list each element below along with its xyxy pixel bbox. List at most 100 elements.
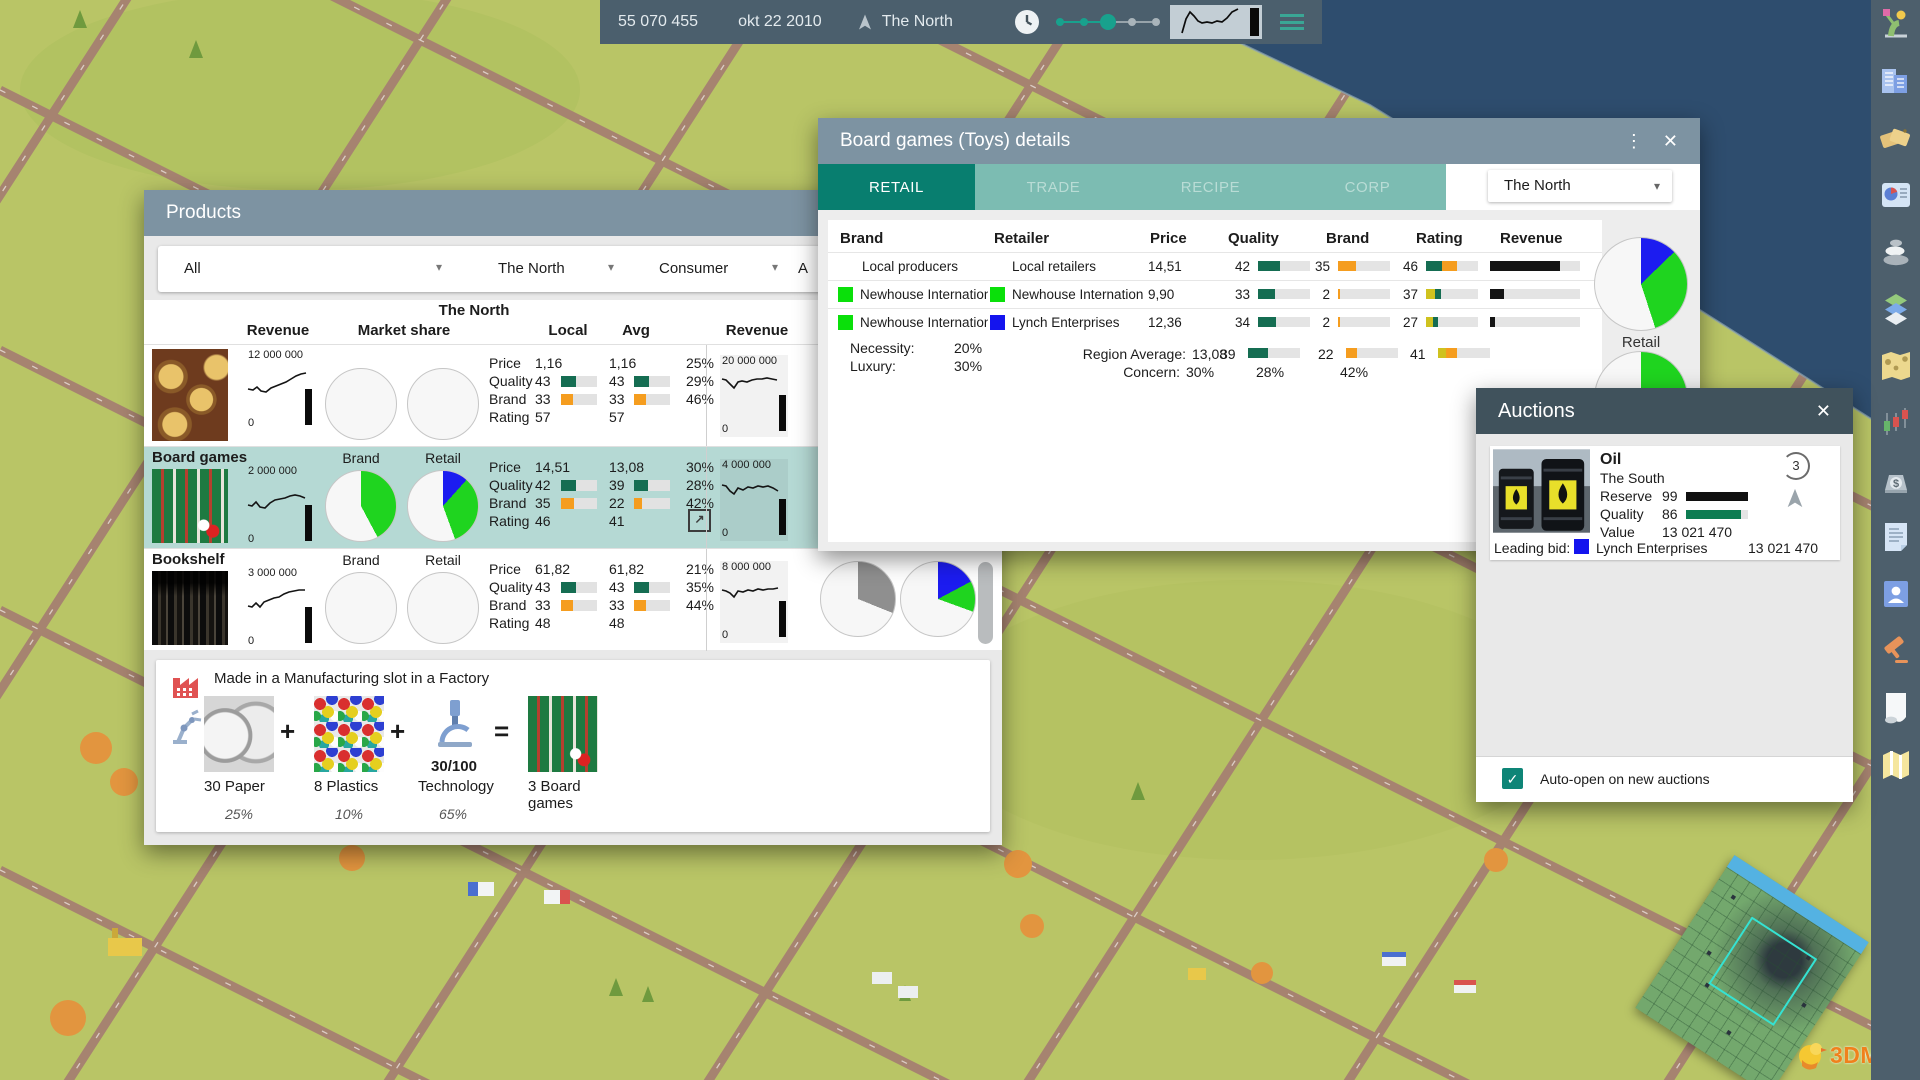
col-revenue: Revenue bbox=[246, 322, 310, 339]
contacts-icon[interactable] bbox=[1878, 576, 1914, 612]
auto-open-label: Auto-open on new auctions bbox=[1540, 771, 1710, 787]
map-icon[interactable] bbox=[1878, 747, 1914, 783]
product-image bbox=[152, 469, 228, 543]
technology-microscope-icon bbox=[438, 700, 472, 747]
col-quality: Quality bbox=[1228, 230, 1279, 247]
money-display: 55 070 455 bbox=[618, 13, 699, 30]
game-speed-slider[interactable] bbox=[1056, 10, 1160, 34]
tab-corp[interactable]: CORP bbox=[1289, 164, 1446, 210]
value-amount: 13 021 470 bbox=[1662, 524, 1733, 540]
col-local: Local bbox=[548, 322, 588, 339]
kebab-menu-icon[interactable]: ⋮ bbox=[1625, 131, 1643, 152]
politics-icon[interactable] bbox=[1878, 6, 1914, 42]
retail-share-pie bbox=[407, 368, 479, 440]
filter-extra[interactable]: A bbox=[798, 260, 808, 277]
auction-item-card[interactable]: Oil The South Reserve 99 Quality 86 Valu… bbox=[1490, 446, 1840, 560]
auto-open-checkbox[interactable]: ✓ bbox=[1502, 768, 1523, 789]
technology-progress: 30/100 bbox=[431, 758, 477, 775]
reports-icon[interactable] bbox=[1878, 177, 1914, 213]
chevron-down-icon[interactable]: ▾ bbox=[772, 260, 778, 274]
goto-location-icon[interactable] bbox=[1784, 486, 1806, 510]
tab-trade[interactable]: TRADE bbox=[975, 164, 1132, 210]
filter-region[interactable]: The North bbox=[498, 260, 565, 277]
close-icon[interactable]: ✕ bbox=[1663, 131, 1678, 152]
time-clock-icon[interactable] bbox=[1014, 9, 1040, 35]
auction-item-name: Oil bbox=[1600, 451, 1622, 468]
finances-icon[interactable]: $ bbox=[1878, 462, 1914, 498]
input-cost-share: 10% bbox=[334, 806, 364, 822]
stock-market-icon[interactable] bbox=[1878, 405, 1914, 441]
retail-pie-label: Retail bbox=[425, 552, 461, 568]
chevron-down-icon: ▾ bbox=[1653, 179, 1660, 193]
menu-icon[interactable] bbox=[1280, 14, 1304, 30]
leading-bid-amount: 13 021 470 bbox=[1748, 540, 1819, 556]
oil-barrels-image bbox=[1493, 449, 1590, 533]
retailer-color-swatch bbox=[990, 287, 1005, 302]
brand-share-pie-region2 bbox=[820, 561, 896, 637]
col-retailer: Retailer bbox=[994, 230, 1050, 247]
col-avg: Avg bbox=[622, 322, 650, 339]
col-market-share: Market share bbox=[357, 322, 451, 339]
close-icon[interactable]: ✕ bbox=[1816, 401, 1831, 422]
mascot-icon bbox=[1799, 1043, 1827, 1070]
products-scrollbar[interactable] bbox=[978, 562, 993, 644]
col-brand2: Brand bbox=[1326, 230, 1370, 247]
region-average-label: Region Average: bbox=[1082, 346, 1186, 362]
chevron-down-icon[interactable]: ▾ bbox=[608, 260, 614, 274]
auctions-icon[interactable] bbox=[1878, 633, 1914, 669]
brand-pie-label: Brand bbox=[342, 552, 380, 568]
hud-chart-line bbox=[1181, 8, 1239, 34]
tab-recipe[interactable]: RECIPE bbox=[1132, 164, 1289, 210]
sidebar-toolbar: $ bbox=[1871, 0, 1920, 1080]
details-window-header[interactable]: Board games (Toys) details ⋮ ✕ bbox=[818, 118, 1700, 164]
auction-region: The South bbox=[1600, 470, 1665, 486]
filter-category-all[interactable]: All bbox=[184, 260, 201, 277]
contracts-icon[interactable] bbox=[1878, 519, 1914, 555]
product-row-bookshelf[interactable]: Bookshelf 3 000 000 0 Brand Retail Price… bbox=[144, 548, 1002, 651]
retail-share-pie bbox=[407, 572, 479, 644]
filter-type[interactable]: Consumer bbox=[659, 260, 728, 277]
open-details-icon[interactable]: ↗ bbox=[688, 509, 711, 532]
concern-price: 30% bbox=[1186, 364, 1215, 380]
region-dropdown-value: The North bbox=[1504, 177, 1571, 194]
revenue-sparkline: 12 000 000 0 bbox=[246, 349, 314, 431]
headquarters-icon[interactable] bbox=[1878, 63, 1914, 99]
board-games-image bbox=[528, 696, 598, 772]
concern-quality: 28% bbox=[1256, 364, 1285, 380]
product-name: Bookshelf bbox=[152, 551, 225, 568]
leading-bidder: Lynch Enterprises bbox=[1596, 540, 1708, 556]
col-price: Price bbox=[1150, 230, 1187, 247]
brand-share-pie bbox=[325, 572, 397, 644]
details-window-title: Board games (Toys) details bbox=[840, 130, 1071, 151]
news-icon[interactable] bbox=[1878, 690, 1914, 726]
world-map-icon[interactable] bbox=[1878, 348, 1914, 384]
revenue-sparkline-region2: 4 000 000 0 bbox=[720, 459, 788, 541]
retailer-color-swatch bbox=[990, 315, 1005, 330]
minimap-buildings bbox=[1730, 894, 1737, 901]
auction-timer: 3 bbox=[1782, 452, 1810, 480]
products-icon[interactable] bbox=[1878, 120, 1914, 156]
retail-pie-label: Retail bbox=[1621, 334, 1661, 351]
retail-row[interactable]: Newhouse International Lynch Enterprises… bbox=[828, 308, 1602, 336]
tab-retail[interactable]: RETAIL bbox=[818, 164, 975, 210]
auctions-window: Auctions ✕ Oil The South Reserve 99 Qual… bbox=[1476, 388, 1853, 802]
recipe-card: Made in a Manufacturing slot in a Factor… bbox=[156, 660, 990, 832]
table-region-header: The North bbox=[438, 302, 510, 319]
retail-row[interactable]: Local producers Local retailers 14,51 42… bbox=[828, 252, 1602, 280]
resources-icon[interactable] bbox=[1878, 234, 1914, 270]
layers-icon[interactable] bbox=[1878, 291, 1914, 327]
minimap-viewport[interactable] bbox=[1708, 916, 1818, 1027]
region-dropdown[interactable]: The North ▾ bbox=[1488, 170, 1672, 202]
chevron-down-icon[interactable]: ▾ bbox=[436, 260, 442, 274]
region-display: The North bbox=[881, 13, 953, 30]
hud-mini-chart[interactable] bbox=[1170, 5, 1262, 39]
auctions-window-header[interactable]: Auctions ✕ bbox=[1476, 388, 1853, 434]
plus-sign: + bbox=[390, 716, 406, 746]
retail-row[interactable]: Newhouse International Newhouse Internat… bbox=[828, 280, 1602, 308]
factory-icon bbox=[173, 678, 198, 698]
retail-pie-label: Retail bbox=[425, 450, 461, 466]
retail-share-pie bbox=[1594, 237, 1688, 331]
leading-bid-label: Leading bid: bbox=[1494, 540, 1571, 556]
location-icon bbox=[858, 14, 871, 30]
revenue-sparkline-region2: 8 000 000 0 bbox=[720, 561, 788, 643]
